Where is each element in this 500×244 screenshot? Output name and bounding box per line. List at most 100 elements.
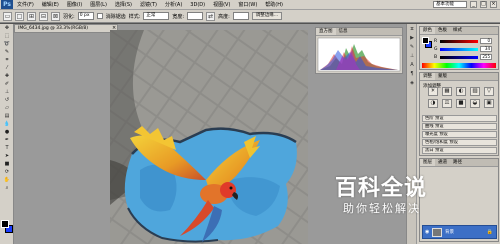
tab-masks[interactable]: 蒙版 bbox=[435, 73, 450, 80]
histogram-graph bbox=[317, 37, 401, 72]
tab-swatches[interactable]: 色板 bbox=[435, 27, 450, 34]
clone-panel-icon[interactable]: ⊥ bbox=[408, 53, 416, 60]
photo-filter-icon[interactable]: ◒ bbox=[470, 99, 480, 108]
actions-panel-icon[interactable]: ▶ bbox=[408, 35, 416, 42]
clone-stamp-icon[interactable]: ⊥ bbox=[2, 89, 12, 96]
eraser-icon[interactable]: ▱ bbox=[2, 105, 12, 112]
lasso-icon[interactable]: ➰ bbox=[2, 41, 12, 48]
black-white-icon[interactable]: ■ bbox=[456, 99, 466, 108]
preset-exposure[interactable]: 曝光度 预设 bbox=[422, 131, 497, 138]
quick-select-icon[interactable]: ✎ bbox=[2, 49, 12, 56]
3d-rotate-icon[interactable]: ⟳ bbox=[2, 169, 12, 176]
close-window-button[interactable]: × bbox=[490, 1, 497, 8]
subtract-selection-icon[interactable]: ⊟ bbox=[39, 11, 48, 21]
eyedropper-icon[interactable]: ⁄ bbox=[2, 65, 12, 72]
channel-mixer-icon[interactable]: ▣ bbox=[484, 99, 494, 108]
menu-select[interactable]: 选择(S) bbox=[111, 0, 136, 10]
layer-row-background[interactable]: ◉ 背景 🔒 bbox=[422, 225, 497, 239]
options-bar: ▭ □ ⊞ ⊟ ⊠ 羽化: 0 px 消除锯齿 样式: 正常 宽度: ⇄ 高度:… bbox=[0, 10, 500, 23]
hand-icon[interactable]: ✋ bbox=[2, 177, 12, 184]
path-select-icon[interactable]: ➤ bbox=[2, 153, 12, 160]
slider-r[interactable] bbox=[440, 39, 478, 43]
tab-layers[interactable]: 图层 bbox=[420, 159, 435, 166]
color-fg-swatch[interactable] bbox=[422, 37, 429, 44]
dodge-icon[interactable]: ● bbox=[2, 129, 12, 136]
crop-icon[interactable]: ⌗ bbox=[2, 57, 12, 64]
tab-histogram[interactable]: 直方图 bbox=[316, 28, 336, 35]
preset-levels[interactable]: 色阶 预设 bbox=[422, 115, 497, 122]
menu-analysis[interactable]: 分析(A) bbox=[161, 0, 186, 10]
pen-icon[interactable]: ✒ bbox=[2, 137, 12, 144]
intersect-selection-icon[interactable]: ⊠ bbox=[51, 11, 60, 21]
slider-value-b[interactable]: 255 bbox=[480, 54, 492, 60]
character-panel-icon[interactable]: A bbox=[408, 62, 416, 69]
slider-value-g[interactable]: 34 bbox=[480, 46, 492, 52]
exposure-icon[interactable]: ▨ bbox=[470, 87, 480, 96]
shape-icon[interactable]: ■ bbox=[2, 161, 12, 168]
workspace-select[interactable]: 基本功能 bbox=[433, 1, 467, 8]
gradient-icon[interactable]: ▤ bbox=[2, 113, 12, 120]
zoom-icon[interactable]: ⌕ bbox=[2, 185, 12, 192]
3d-panel-icon[interactable]: ◈ bbox=[408, 80, 416, 87]
antialias-checkbox[interactable] bbox=[96, 13, 103, 19]
slider-label-r: R bbox=[434, 38, 438, 44]
vibrance-icon[interactable]: ▽ bbox=[484, 87, 494, 96]
levels-icon[interactable]: ▦ bbox=[442, 87, 452, 96]
height-label: 高度: bbox=[218, 13, 230, 20]
menu-layer[interactable]: 图层(L) bbox=[86, 0, 111, 10]
document-tab[interactable]: IMG_6434.jpg @ 33.3%(RGB/8) bbox=[14, 24, 118, 33]
feather-input[interactable]: 0 px bbox=[77, 12, 94, 20]
tab-color[interactable]: 颜色 bbox=[420, 27, 435, 34]
type-icon[interactable]: T bbox=[2, 145, 12, 152]
minimize-button[interactable]: _ bbox=[470, 1, 477, 8]
tab-styles[interactable]: 样式 bbox=[450, 27, 465, 34]
slider-g[interactable] bbox=[440, 47, 478, 51]
color-swatches[interactable] bbox=[1, 220, 13, 234]
healing-brush-icon[interactable]: ✚ bbox=[2, 73, 12, 80]
marquee-tool-icon[interactable]: ▭ bbox=[3, 11, 12, 21]
image-canvas[interactable] bbox=[110, 30, 308, 244]
maximize-button[interactable]: □ bbox=[480, 1, 487, 8]
curves-icon[interactable]: ◐ bbox=[456, 87, 466, 96]
eye-icon[interactable]: ◉ bbox=[425, 229, 429, 235]
tab-info[interactable]: 信息 bbox=[336, 28, 351, 35]
hue-saturation-icon[interactable]: ◑ bbox=[428, 99, 438, 108]
menu-help[interactable]: 帮助(H) bbox=[261, 0, 287, 10]
history-brush-icon[interactable]: ↺ bbox=[2, 97, 12, 104]
blur-icon[interactable]: 💧 bbox=[2, 121, 12, 128]
layers-tabbar: 图层 通道 路径 bbox=[420, 159, 498, 167]
slider-value-r[interactable]: 0 bbox=[480, 38, 492, 44]
add-selection-icon[interactable]: ⊞ bbox=[27, 11, 36, 21]
menu-window[interactable]: 窗口(W) bbox=[234, 0, 261, 10]
color-fg-bg-swatches[interactable] bbox=[422, 37, 432, 49]
slider-b[interactable] bbox=[440, 55, 478, 59]
tab-adjustments[interactable]: 调整 bbox=[420, 73, 435, 80]
preset-hue-saturation[interactable]: 色相/饱和度 预设 bbox=[422, 139, 497, 146]
move-tool-icon[interactable]: ✥ bbox=[2, 25, 12, 32]
brightness-icon[interactable]: ☀ bbox=[428, 87, 438, 96]
refine-edge-button[interactable]: 调整边缘... bbox=[251, 12, 283, 20]
preset-black-white[interactable]: 黑白 预设 bbox=[422, 147, 497, 154]
menu-file[interactable]: 文件(F) bbox=[13, 0, 38, 10]
color-spectrum-bar[interactable] bbox=[422, 63, 496, 68]
height-input[interactable] bbox=[232, 12, 249, 20]
new-selection-icon[interactable]: □ bbox=[15, 11, 24, 21]
swap-icon[interactable]: ⇄ bbox=[206, 11, 216, 21]
foreground-color-swatch[interactable] bbox=[1, 220, 9, 228]
style-select[interactable]: 正常 bbox=[143, 12, 170, 20]
preset-curves[interactable]: 曲线 预设 bbox=[422, 123, 497, 130]
menu-edit[interactable]: 编辑(E) bbox=[38, 0, 63, 10]
brush-icon[interactable]: ✐ bbox=[2, 81, 12, 88]
paragraph-panel-icon[interactable]: ¶ bbox=[408, 71, 416, 78]
menu-3d[interactable]: 3D(D) bbox=[186, 0, 209, 10]
menu-filter[interactable]: 滤镜(T) bbox=[136, 0, 161, 10]
marquee-icon[interactable]: ⬚ bbox=[2, 33, 12, 40]
history-panel-icon[interactable]: ⧖ bbox=[408, 26, 416, 33]
brushes-panel-icon[interactable]: ✎ bbox=[408, 44, 416, 51]
tab-paths[interactable]: 路径 bbox=[450, 159, 465, 166]
width-input[interactable] bbox=[187, 12, 204, 20]
menu-image[interactable]: 图像(I) bbox=[63, 0, 86, 10]
menu-view[interactable]: 视图(V) bbox=[209, 0, 234, 10]
color-balance-icon[interactable]: ⚖ bbox=[442, 99, 452, 108]
tab-channels[interactable]: 通道 bbox=[435, 159, 450, 166]
